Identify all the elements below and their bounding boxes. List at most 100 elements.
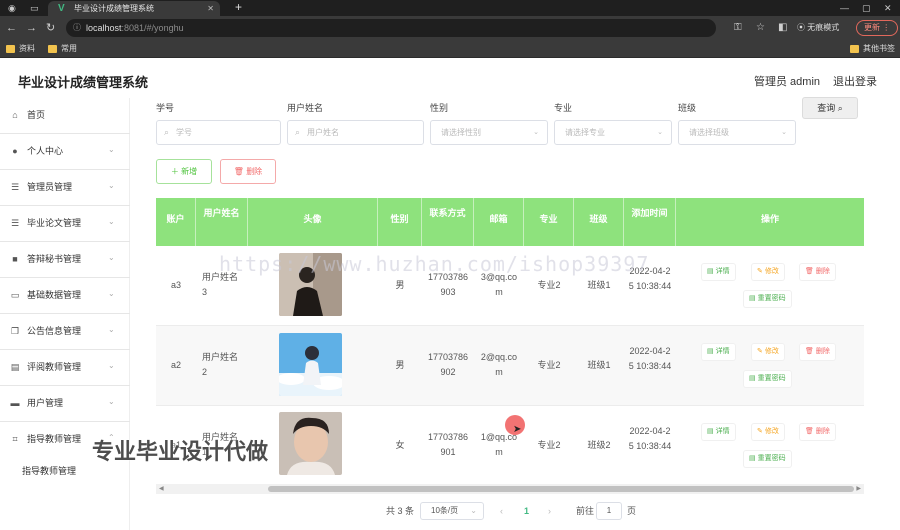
page-number-current[interactable]: 1 <box>524 502 529 520</box>
cell-time: 2022-04-25 10:38:44 <box>628 426 672 451</box>
gender-select[interactable]: 请选择性别 ⌄ <box>430 120 548 145</box>
reset-password-button[interactable]: ▤ 重置密码 <box>744 451 791 467</box>
chevron-down-icon: ⌄ <box>108 325 115 334</box>
next-page-icon[interactable]: › <box>548 502 551 520</box>
avatar-image <box>279 412 342 475</box>
site-info-icon[interactable]: ⓘ <box>73 19 81 37</box>
page-size-select[interactable]: 10条/页 ⌄ <box>420 502 484 520</box>
add-button[interactable]: ＋ 新增 <box>156 159 212 184</box>
avatar[interactable] <box>279 333 342 396</box>
header-label: 班级 <box>589 214 608 224</box>
trash-icon: 🗑 <box>233 167 244 176</box>
delete-button[interactable]: 🗑 删除 <box>800 424 835 440</box>
tab-close-icon[interactable]: ✕ <box>207 1 214 16</box>
sidebar-item-thesis[interactable]: ☰ 毕业论文管理 ⌄ <box>0 206 130 242</box>
logout-link[interactable]: 退出登录 <box>833 73 877 89</box>
scroll-thumb[interactable] <box>268 486 854 492</box>
column-header-class[interactable]: 班级 <box>574 198 624 246</box>
doc-icon: ▤ <box>707 268 714 275</box>
chevron-down-icon: ⌄ <box>108 289 115 298</box>
bookmark-folder[interactable]: 资料 <box>6 40 35 58</box>
window-close-icon[interactable]: ✕ <box>884 0 892 16</box>
tab-strip-icon[interactable]: ▭ <box>30 0 39 16</box>
column-header-account[interactable]: 账户 <box>156 198 196 246</box>
column-header-name[interactable]: 用户姓名 <box>196 198 248 246</box>
bookmark-folder[interactable]: 常用 <box>48 40 77 58</box>
column-header-phone[interactable]: 联系方式 <box>422 198 474 246</box>
cell-phone: 17703786902 <box>427 352 469 377</box>
sidebar-item-label: 基础数据管理 <box>27 290 82 300</box>
delete-button[interactable]: 🗑 删除 <box>800 344 835 360</box>
horizontal-scrollbar[interactable]: ◀ ▶ <box>156 484 864 494</box>
detail-button[interactable]: ▤ 详情 <box>702 344 735 360</box>
sidebar-item-notices[interactable]: ❐ 公告信息管理 ⌄ <box>0 314 130 350</box>
filter-label-gender: 性别 <box>430 103 449 113</box>
reset-label: 重置密码 <box>757 375 786 382</box>
xuehao-input[interactable]: ⌕ 学号 <box>156 120 281 145</box>
chevron-down-icon: ⌄ <box>108 181 115 190</box>
column-header-time[interactable]: 添加时间 <box>624 198 676 246</box>
bookmark-star-icon[interactable]: ☆ <box>756 20 765 36</box>
sliders-icon: ☰ <box>10 182 20 192</box>
doc-icon: ▤ <box>749 295 756 302</box>
cell-major: 专业2 <box>537 360 561 370</box>
new-tab-icon[interactable]: + <box>235 0 242 15</box>
reload-icon[interactable]: ↻ <box>46 20 55 36</box>
goto-page-input[interactable]: 1 <box>596 502 622 520</box>
sidebar-item-profile[interactable]: ● 个人中心 ⌄ <box>0 134 130 170</box>
batch-delete-button[interactable]: 🗑 删除 <box>220 159 276 184</box>
browser-tab[interactable]: V 毕业设计成绩管理系统 ✕ <box>48 1 220 16</box>
edit-label: 修改 <box>764 348 779 355</box>
major-select[interactable]: 请选择专业 ⌄ <box>554 120 672 145</box>
sidebar-item-label: 用户管理 <box>27 398 64 408</box>
scroll-left-icon[interactable]: ◀ <box>159 484 164 494</box>
trash-icon: 🗑 <box>805 268 814 275</box>
username-input[interactable]: ⌕ 用户姓名 <box>287 120 424 145</box>
sidebar-item-label: 评阅教师管理 <box>27 362 82 372</box>
header-label: 添加时间 <box>631 208 668 218</box>
minimize-icon[interactable]: — <box>840 0 849 16</box>
delete-button[interactable]: 🗑 删除 <box>800 264 835 280</box>
class-select[interactable]: 请选择班级 ⌄ <box>678 120 796 145</box>
forward-icon[interactable]: → <box>26 20 37 36</box>
prev-page-icon[interactable]: ‹ <box>500 502 503 520</box>
edit-button[interactable]: ✎ 修改 <box>752 344 784 360</box>
edit-icon: ✎ <box>757 428 763 435</box>
detail-button[interactable]: ▤ 详情 <box>702 424 735 440</box>
sidebar-item-basedata[interactable]: ▭ 基础数据管理 ⌄ <box>0 278 130 314</box>
avatar[interactable] <box>279 412 342 475</box>
sidebar-subitem-advisors[interactable]: 指导教师管理 <box>22 464 76 477</box>
doc-icon: ▤ <box>707 348 714 355</box>
sidebar-item-users[interactable]: ▬ 用户管理 ⌄ <box>0 386 130 422</box>
sidebar-item-home[interactable]: ⌂ 首页 <box>0 98 130 134</box>
reset-label: 重置密码 <box>757 455 786 462</box>
scroll-right-icon[interactable]: ▶ <box>856 484 861 494</box>
incognito-indicator[interactable]: ⦿ 无痕模式 <box>797 20 839 36</box>
column-header-gender[interactable]: 性别 <box>378 198 422 246</box>
add-label: 新增 <box>181 167 198 176</box>
browser-menu-icon[interactable]: ◉ <box>8 0 16 16</box>
key-icon[interactable]: ⚿ <box>734 20 742 36</box>
reset-password-button[interactable]: ▤ 重置密码 <box>744 291 791 307</box>
reset-password-button[interactable]: ▤ 重置密码 <box>744 371 791 387</box>
query-button[interactable]: 查询 ⌕ <box>802 97 858 119</box>
sidebar-item-admins[interactable]: ☰ 管理员管理 ⌄ <box>0 170 130 206</box>
edit-button[interactable]: ✎ 修改 <box>752 264 784 280</box>
edit-button[interactable]: ✎ 修改 <box>752 424 784 440</box>
sidebar-item-reviewers[interactable]: ▤ 评阅教师管理 ⌄ <box>0 350 130 386</box>
header-label: 性别 <box>390 214 409 224</box>
column-header-major[interactable]: 专业 <box>524 198 574 246</box>
update-button[interactable]: 更新 ⋮ <box>856 20 898 36</box>
detail-button[interactable]: ▤ 详情 <box>702 264 735 280</box>
avatar-image <box>279 333 342 396</box>
column-header-email[interactable]: 邮箱 <box>474 198 524 246</box>
address-bar[interactable]: ⓘ localhost:8081/#/yonghu <box>66 19 716 37</box>
sidebar-item-secretary[interactable]: ■ 答辩秘书管理 ⌄ <box>0 242 130 278</box>
cell-time: 2022-04-25 10:38:44 <box>628 346 672 371</box>
side-panel-icon[interactable]: ◧ <box>778 20 787 36</box>
other-bookmarks[interactable]: 其他书签 <box>850 40 895 58</box>
incognito-label: 无痕模式 <box>807 23 840 32</box>
edit-icon: ✎ <box>757 268 763 275</box>
back-icon[interactable]: ← <box>6 20 17 36</box>
maximize-icon[interactable]: ▢ <box>862 0 871 16</box>
